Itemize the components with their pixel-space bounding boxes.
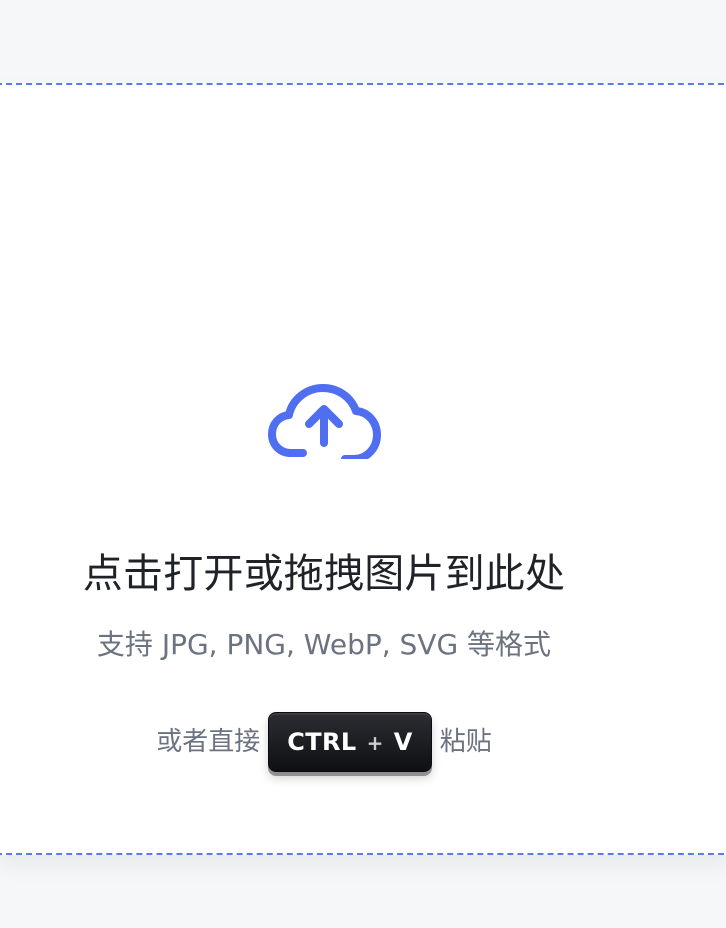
page: 点击打开或拖拽图片到此处 支持 JPG, PNG, WebP, SVG 等格式 … <box>0 0 726 928</box>
image-dropzone[interactable]: 点击打开或拖拽图片到此处 支持 JPG, PNG, WebP, SVG 等格式 … <box>0 83 726 855</box>
paste-prefix: 或者直接 <box>156 727 261 757</box>
plus-sign: + <box>366 730 384 755</box>
supported-formats-text: 支持 JPG, PNG, WebP, SVG 等格式 <box>96 628 552 661</box>
ctrl-v-keycap: CTRL + V <box>268 712 432 772</box>
ctrl-key-label: CTRL <box>287 728 357 756</box>
v-key-label: V <box>393 728 413 756</box>
paste-suffix: 粘贴 <box>439 727 492 757</box>
paste-instruction: 或者直接 CTRL + V 粘贴 <box>0 707 650 777</box>
upload-cloud-icon <box>268 384 381 459</box>
dropzone-title: 点击打开或拖拽图片到此处 <box>82 551 566 597</box>
